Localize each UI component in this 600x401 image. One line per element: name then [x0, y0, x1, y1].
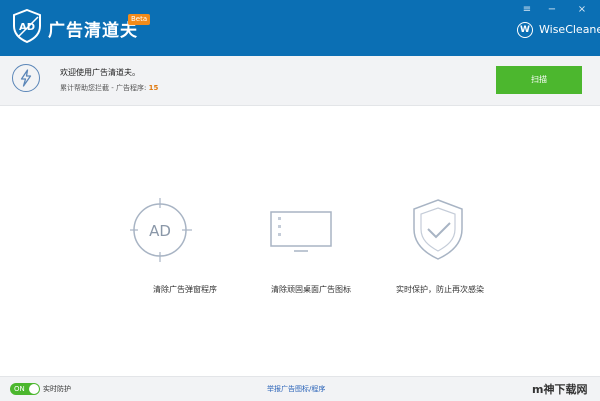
toggle-knob	[29, 384, 39, 394]
feature-label: 清除广告弹窗程序	[153, 285, 217, 294]
stats-label: 广告程序:	[115, 84, 147, 92]
toggle-state: ON	[14, 385, 25, 393]
svg-text:AD: AD	[149, 222, 171, 240]
brand-name: WiseCleaner	[539, 23, 600, 36]
status-header: 欢迎使用广告清道夫。 累计帮助您拦截 - 广告程序: 15 扫描	[0, 56, 600, 106]
scan-button[interactable]: 扫描	[496, 66, 582, 94]
app-title: 广告清道夫	[48, 21, 138, 41]
block-stats: 累计帮助您拦截 - 广告程序: 15	[60, 83, 158, 93]
title-bar: AD 广告清道夫 Beta ≡ − × W WiseCleaner	[0, 0, 600, 56]
watermark: m神下载网	[532, 383, 588, 396]
footer-bar: ON 实时防护 举报广告图标/程序 m神下载网	[0, 376, 600, 401]
menu-icon[interactable]: ≡	[520, 4, 534, 16]
minimize-icon[interactable]: −	[545, 4, 559, 16]
lightning-icon	[12, 64, 40, 92]
feature-label: 实时保护，防止再次感染	[396, 285, 484, 294]
welcome-text: 欢迎使用广告清道夫。	[60, 68, 140, 77]
stats-prefix: 累计帮助您拦截 -	[60, 84, 116, 92]
app-logo-icon: AD	[13, 9, 41, 43]
feature-label: 清除顽固桌面广告图标	[271, 285, 351, 294]
stats-count: 15	[148, 84, 159, 92]
shield-check-icon	[413, 199, 463, 260]
brand-icon: W	[517, 22, 533, 38]
ad-block-icon: AD	[130, 198, 192, 262]
monitor-icon	[270, 211, 332, 252]
realtime-toggle[interactable]: ON	[10, 383, 40, 395]
report-link[interactable]: 举报广告图标/程序	[267, 384, 325, 394]
close-icon[interactable]: ×	[575, 4, 589, 16]
beta-badge: Beta	[128, 14, 151, 25]
realtime-label: 实时防护	[43, 385, 71, 393]
